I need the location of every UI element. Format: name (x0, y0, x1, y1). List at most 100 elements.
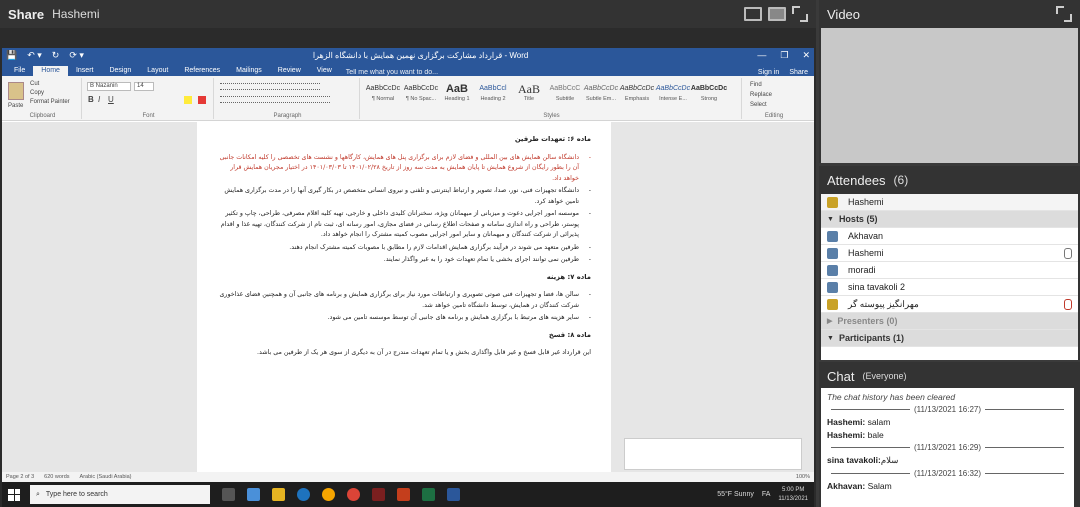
input-language[interactable]: FA (762, 491, 771, 498)
file-explorer-icon[interactable] (272, 488, 285, 501)
tab-design[interactable]: Design (101, 66, 139, 76)
save-icon[interactable]: 💾 (6, 50, 17, 61)
italic-button[interactable]: I (98, 95, 100, 104)
editing-label: Editing (764, 113, 784, 119)
cut-button[interactable]: Cut (30, 81, 39, 87)
fit-width-icon[interactable] (744, 7, 762, 21)
article-7-item-1: سالن ها، فضا و تجهیزات فنی صوتی تصویری و… (217, 290, 591, 311)
page-count[interactable]: Page 2 of 3 (6, 474, 34, 480)
participants-group-header[interactable]: ▼ Participants (1) (821, 330, 1078, 347)
style-emphasis[interactable]: AaBbCcDc Emphasis (618, 82, 656, 106)
tab-view[interactable]: View (309, 66, 340, 76)
find-button[interactable]: Find (750, 82, 762, 88)
chat-timestamp: (11/13/2021 16:32) (827, 469, 1068, 478)
attendee-name: moradi (848, 265, 876, 275)
select-button[interactable]: Select (750, 102, 767, 108)
document-page[interactable]: ماده ۶: تعهدات طرفین دانشگاه سالن همایش … (197, 122, 611, 482)
article-8-heading: ماده ۸: فسخ (548, 330, 591, 339)
style-subtitle[interactable]: AaBbCcC Subtitle (546, 82, 584, 106)
attendee-name: sina tavakoli 2 (848, 282, 906, 292)
tab-layout[interactable]: Layout (139, 66, 176, 76)
minimize-button[interactable]: — (757, 50, 766, 61)
style-normal[interactable]: AaBbCcDc ¶ Normal (364, 82, 402, 106)
alignment-buttons[interactable] (220, 96, 330, 103)
font-size-select[interactable]: 14 (134, 82, 154, 91)
attendee-row[interactable]: Akhavan (821, 228, 1078, 245)
windows-start-icon[interactable] (8, 488, 20, 501)
proofing-language[interactable]: Arabic (Saudi Arabia) (80, 474, 132, 480)
redo-icon[interactable]: ↻ (52, 50, 60, 61)
restore-button[interactable]: ❐ (780, 50, 788, 61)
tell-me-box[interactable]: Tell me what you want to do... (346, 69, 438, 76)
font-name-select[interactable]: B Nazanin (87, 82, 131, 91)
chrome-icon[interactable] (347, 488, 360, 501)
style-subtle-emphasis[interactable]: AaBbCcDc Subtle Em... (582, 82, 620, 106)
attendee-row[interactable]: Hashemi (821, 245, 1078, 262)
style-no-spacing[interactable]: AaBbCcDc ¶ No Spac... (402, 82, 440, 106)
presenters-group-header[interactable]: ▶ Presenters (0) (821, 313, 1078, 330)
tab-home[interactable]: Home (33, 66, 68, 76)
chat-pod-header: Chat (Everyone) (819, 362, 1080, 390)
chat-title: Chat (827, 368, 855, 384)
style-name: Subtle Em... (586, 96, 616, 102)
clipboard-group: Paste Cut Copy Format Painter Clipboard (4, 78, 82, 119)
attendee-row[interactable]: moradi (821, 262, 1078, 279)
clock-time: 5:00 PM (782, 486, 805, 493)
media-app-icon[interactable] (372, 488, 385, 501)
replace-button[interactable]: Replace (750, 92, 772, 98)
clock[interactable]: 5:00 PM 11/13/2021 (778, 486, 808, 504)
edge-icon[interactable] (297, 488, 310, 501)
word-icon[interactable] (447, 488, 460, 501)
styles-group: AaBbCcDc ¶ Normal AaBbCcDc ¶ No Spac... Aa… (362, 78, 742, 119)
close-button[interactable]: ✕ (802, 50, 810, 61)
underline-button[interactable]: U (108, 95, 114, 104)
word-count[interactable]: 620 words (44, 474, 69, 480)
attendee-row[interactable]: مهرانگیز پیوسته گر (821, 296, 1078, 313)
list-buttons[interactable] (220, 83, 320, 90)
chat-sender: sina tavakoli: (827, 455, 881, 465)
fit-page-icon[interactable] (768, 7, 786, 21)
tab-insert[interactable]: Insert (68, 66, 102, 76)
copy-button[interactable]: Copy (30, 90, 44, 96)
fullscreen-icon[interactable] (792, 6, 808, 22)
zoom-level[interactable]: 100% (796, 474, 810, 480)
firefox-icon[interactable] (322, 488, 335, 501)
host-icon (827, 298, 838, 310)
taskbar-search[interactable]: ⌕ Type here to search (30, 485, 210, 504)
tab-mailings[interactable]: Mailings (228, 66, 270, 76)
document-area[interactable]: ماده ۶: تعهدات طرفین دانشگاه سالن همایش … (2, 122, 814, 482)
style-strong[interactable]: AaBbCcDc Strong (690, 82, 728, 106)
bold-button[interactable]: B (88, 95, 94, 104)
fullscreen-icon[interactable] (1056, 6, 1072, 22)
task-view-icon[interactable] (222, 488, 235, 501)
refresh-icon[interactable]: ⟳ ▾ (69, 50, 84, 61)
tab-references[interactable]: References (176, 66, 228, 76)
highlight-color-icon[interactable] (184, 96, 192, 104)
powerpoint-icon[interactable] (397, 488, 410, 501)
chat-message: Akhavan: Salam (827, 481, 1068, 491)
format-painter-button[interactable]: Format Painter (30, 99, 70, 105)
excel-icon[interactable] (422, 488, 435, 501)
style-heading-1[interactable]: AaB Heading 1 (438, 82, 476, 106)
tab-file[interactable]: File (6, 66, 33, 76)
style-heading-2[interactable]: AaBbCcl Heading 2 (474, 82, 512, 106)
attendee-row[interactable]: sina tavakoli 2 (821, 279, 1078, 296)
chat-scope[interactable]: (Everyone) (862, 371, 906, 381)
hosts-group-header[interactable]: ▼ Hosts (5) (821, 211, 1078, 228)
undo-icon[interactable]: ↶ ▾ (27, 50, 42, 61)
style-title[interactable]: AaB Title (510, 82, 548, 106)
style-intense-emphasis[interactable]: AaBbCcDc Intense E... (654, 82, 692, 106)
tab-review[interactable]: Review (270, 66, 309, 76)
font-color-icon[interactable] (198, 96, 206, 104)
share-button[interactable]: Share (789, 69, 808, 76)
weather-widget[interactable]: 55°F Sunny (717, 491, 754, 498)
paste-icon[interactable] (8, 82, 24, 100)
paste-button[interactable]: Paste (8, 103, 23, 109)
sign-in-link[interactable]: Sign in (758, 69, 779, 76)
hosts-count: (5) (866, 214, 878, 224)
my-status-row[interactable]: Hashemi (821, 194, 1078, 211)
clipboard-label: Clipboard (29, 113, 56, 119)
clock-date: 11/13/2021 (778, 495, 808, 502)
app-icon[interactable] (247, 488, 260, 501)
microphone-icon (1064, 247, 1072, 259)
